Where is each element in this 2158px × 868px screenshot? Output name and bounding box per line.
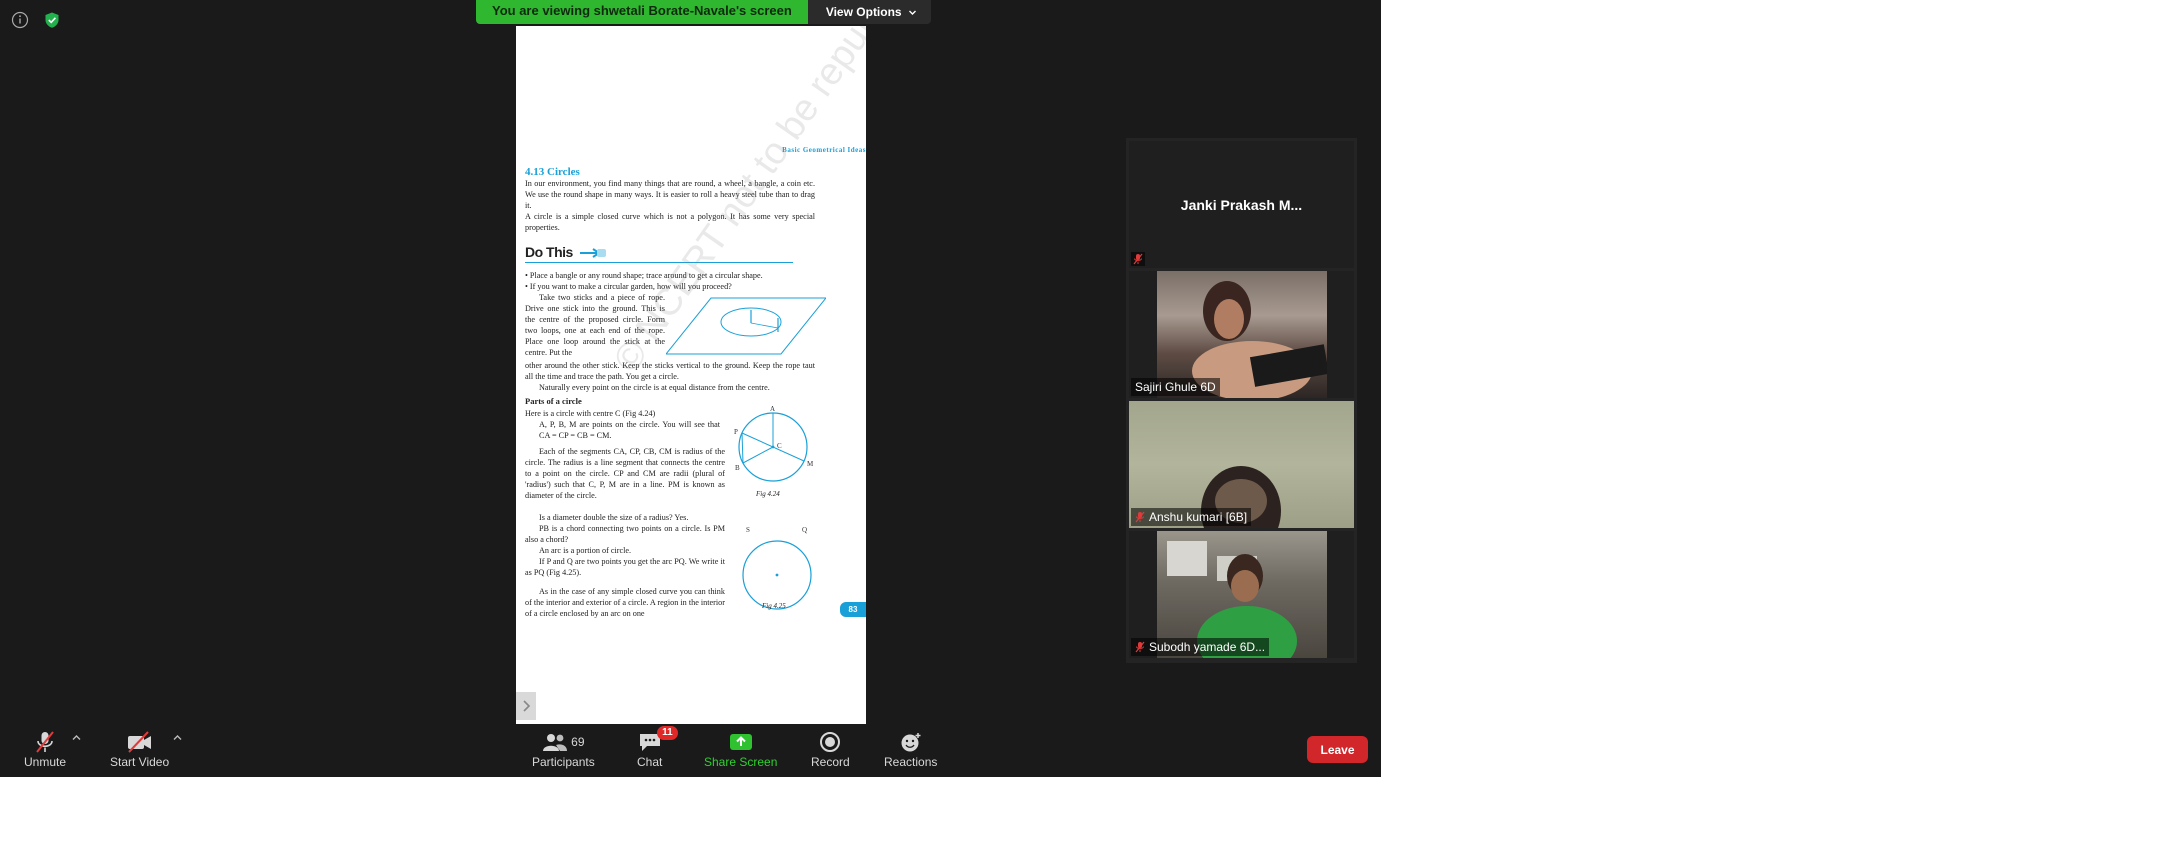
parts-line-1: Here is a circle with centre C (Fig 4.24… [525,409,656,418]
participant-name: Sajiri Ghule 6D [1135,380,1216,394]
unmute-label: Unmute [24,755,67,769]
participant-tile[interactable]: Anshu kumari [6B] [1129,401,1354,528]
activity-paragraph-2: other around the other stick. Keep the s… [525,361,815,381]
label-c: C [777,442,782,450]
muted-mic-icon [36,731,54,753]
record-icon [820,732,841,752]
do-this-box: Do This [525,244,793,263]
participant-name: Janki Prakash M... [1180,197,1303,213]
parts-line-5: PB is a chord connecting two points on a… [525,524,725,544]
security-shield-icon[interactable] [42,10,62,30]
top-left-icons [10,10,62,30]
participant-tile[interactable]: Janki Prakash M... [1129,141,1354,268]
participants-icon [543,734,568,751]
parts-line-4: Is a diameter double the size of a radiu… [539,513,689,522]
fig-4-24-caption: Fig 4.24 [756,490,780,498]
page-number: 83 [840,602,866,617]
participant-name-tag: Anshu kumari [6B] [1131,508,1252,526]
record-label: Record [811,755,850,769]
participants-label: Participants [532,755,595,769]
parts-line-3: Each of the segments CA, CP, CB, CM is r… [525,447,725,500]
label-q: Q [802,526,807,534]
chevron-right-icon [523,700,531,712]
participant-name: Subodh yamade 6D... [1149,640,1266,654]
participant-name: Anshu kumari [6B] [1149,510,1248,524]
start-video-label: Start Video [110,755,170,769]
view-options-button[interactable]: View Options [807,0,931,24]
reactions-button[interactable]: Reactions [884,729,937,769]
share-screen-button[interactable]: Share Screen [704,729,777,769]
muted-mic-icon [1135,641,1145,653]
participant-tile[interactable]: Subodh yamade 6D... [1129,531,1354,658]
label-a: A [770,405,775,413]
intro-paragraph-2: A circle is a simple closed curve which … [525,212,815,232]
section-title: 4.13 Circles [525,166,580,178]
label-p: P [734,428,738,436]
muted-mic-icon [1135,511,1145,523]
meeting-toolbar: Unmute Start Video 69 Participants 11 Ch… [0,726,1381,777]
do-this-heading: Do This [525,244,573,260]
leave-button[interactable]: Leave [1307,736,1368,763]
label-b: B [735,464,740,472]
reactions-label: Reactions [884,755,938,769]
start-video-button[interactable]: Start Video [110,729,169,769]
circle-parts-figure: A P B M C [734,405,814,482]
muted-mic-icon [1131,252,1145,266]
parts-heading: Parts of a circle [525,396,582,406]
audio-options-caret[interactable] [72,733,81,744]
parts-line-2: A, P, B, M are points on the circle. You… [539,420,720,440]
parts-line-8: As in the case of any simple closed curv… [525,587,725,618]
label-m: M [807,460,814,468]
next-page-button[interactable] [516,692,536,720]
label-s: S [746,526,750,534]
chevron-down-icon [908,10,916,15]
zoom-window: You are viewing shwetali Borate-Navale's… [0,0,1381,777]
video-off-icon [127,731,151,753]
participant-name-tag: Sajiri Ghule 6D [1131,378,1220,396]
share-screen-icon [729,734,752,750]
share-screen-label: Share Screen [704,755,778,769]
participant-tile[interactable]: Sajiri Ghule 6D [1129,271,1354,398]
participants-count: 69 [571,735,585,749]
participant-name-tag: Subodh yamade 6D... [1131,638,1270,656]
fig-4-25-caption: Fig 4.25 [762,602,786,610]
chat-button[interactable]: 11 Chat [637,726,678,769]
view-options-label: View Options [825,5,902,19]
textbook-page: Basic Geometrical Ideas 4.13 Circles In … [516,26,866,724]
participant-gallery: Janki Prakash M... Sajiri Ghule 6D Anshu… [1126,138,1357,663]
screen-share-banner: You are viewing shwetali Borate-Navale's… [476,0,931,24]
hand-pointer-icon [579,248,606,259]
shared-screen[interactable]: Basic Geometrical Ideas 4.13 Circles In … [516,26,866,724]
parts-line-6: An arc is a portion of circle. [539,546,632,555]
participants-button[interactable]: 69 Participants [532,729,595,769]
viewing-screen-label: You are viewing shwetali Borate-Navale's… [476,0,808,24]
video-options-caret[interactable] [173,733,182,744]
unmute-button[interactable]: Unmute [24,729,66,769]
parts-line-7: If P and Q are two points you get the ar… [525,557,725,577]
info-icon[interactable] [10,10,30,30]
chat-label: Chat [637,755,663,769]
activity-paragraph-3: Naturally every point on the circle is a… [539,383,770,392]
chevron-up-icon [173,735,182,740]
smiley-plus-icon [901,733,921,752]
record-button[interactable]: Record [811,729,850,769]
chevron-up-icon [72,735,81,740]
chat-unread-badge: 11 [657,726,678,740]
